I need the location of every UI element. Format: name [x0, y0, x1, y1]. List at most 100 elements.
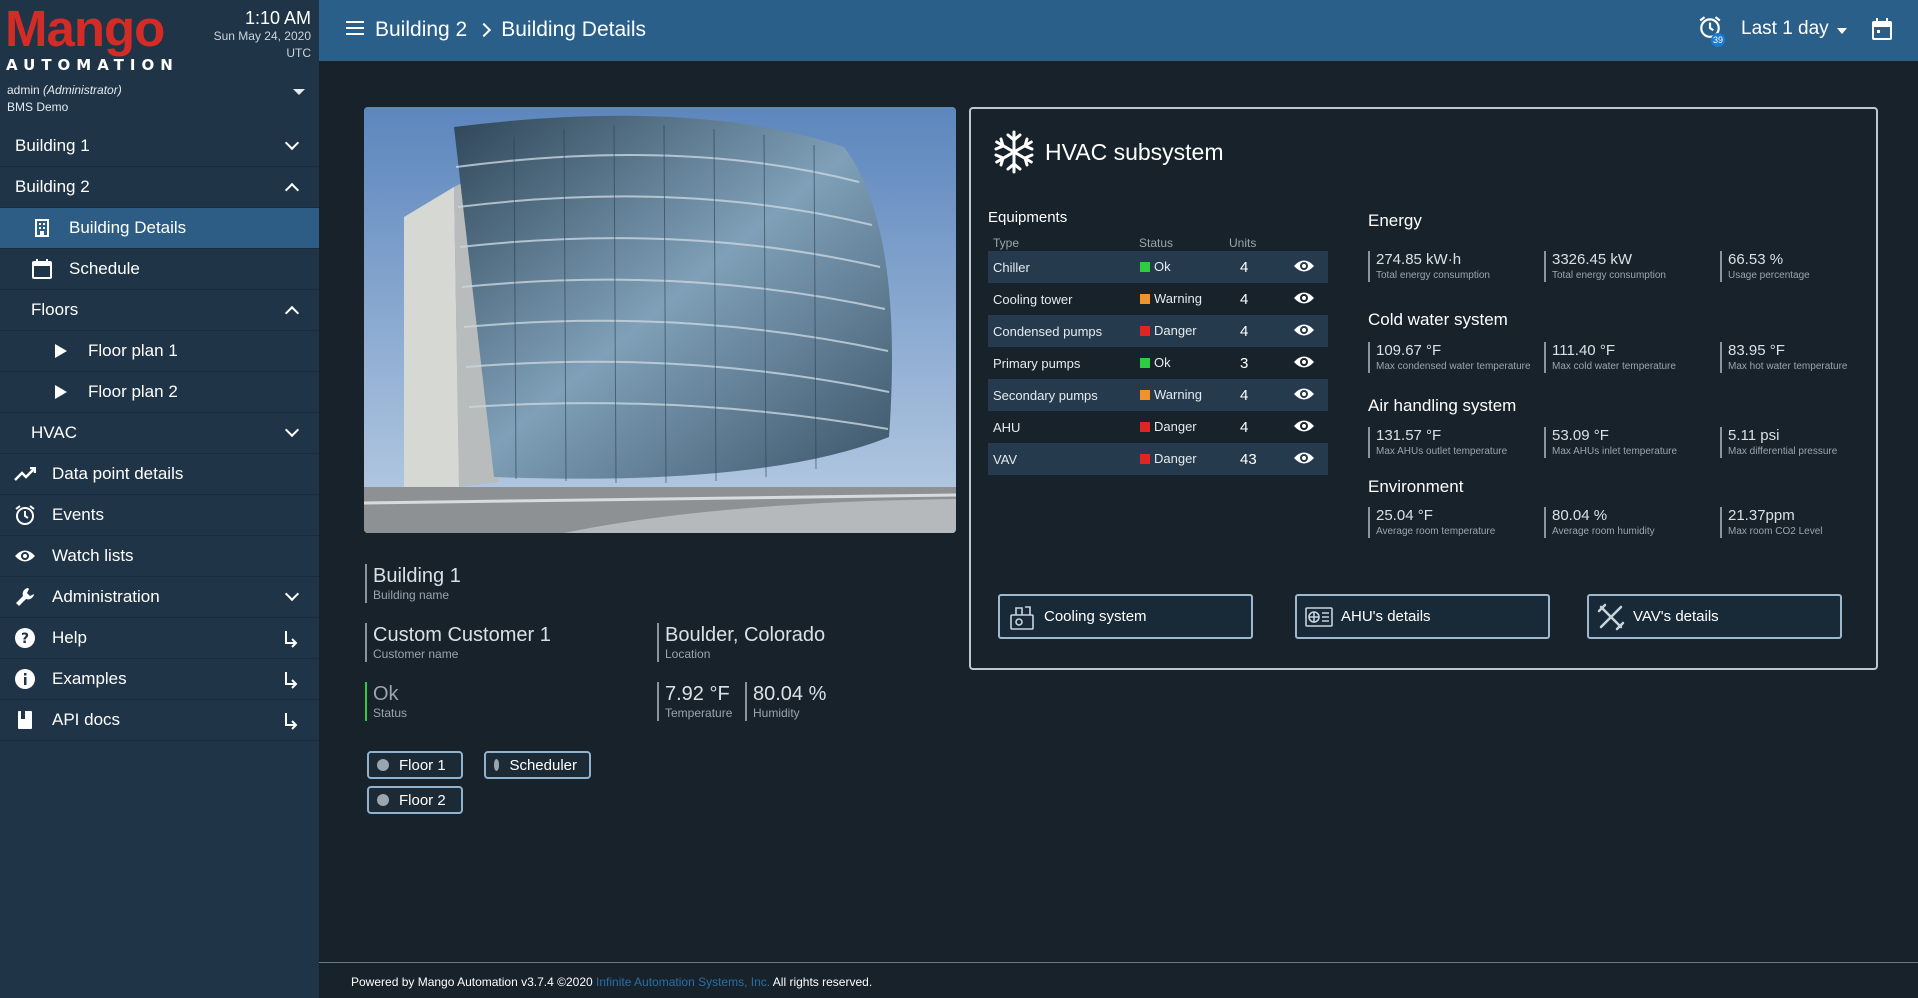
footer-suffix: All rights reserved.	[772, 975, 873, 989]
ahu-details-label: AHU's details	[1341, 608, 1431, 625]
hvac-title: HVAC subsystem	[991, 129, 1224, 175]
metric-label: Max hot water temperature	[1728, 361, 1848, 372]
alarm-clock-icon	[14, 504, 36, 526]
sidebar-item-help[interactable]: ? Help	[0, 618, 319, 659]
sidebar-item-building-details[interactable]: Building Details	[0, 208, 319, 249]
sidebar-item-building-2[interactable]: Building 2	[0, 167, 319, 208]
sidebar-item-schedule[interactable]: Schedule	[0, 249, 319, 290]
status-dot-icon	[377, 794, 389, 806]
cooling-system-button[interactable]: Cooling system	[998, 594, 1253, 639]
equipment-table: Chiller Ok 4 Cooling tower Warning 4 Con…	[988, 251, 1328, 475]
column-header-status: Status	[1139, 236, 1174, 250]
sidebar-item-label: Building Details	[69, 218, 187, 237]
sidebar-item-label: Building 1	[15, 136, 90, 155]
metric: 131.57 °F Max AHUs outlet temperature	[1368, 427, 1538, 458]
equipment-caption: Equipments	[988, 209, 1068, 226]
mango-logo[interactable]: Mango AUTOMATION	[5, 0, 179, 75]
chevron-down-icon	[284, 422, 300, 438]
metric-value: 111.40 °F	[1552, 342, 1615, 359]
sidebar-nav: Building 1 Building 2 Building Details S…	[0, 126, 319, 741]
status-swatch	[1140, 326, 1150, 336]
sidebar-item-label: Watch lists	[52, 546, 134, 565]
sidebar-item-administration[interactable]: Administration	[0, 577, 319, 618]
info-icon	[14, 668, 36, 690]
metric: 25.04 °F Average room temperature	[1368, 507, 1538, 538]
cooling-system-label: Cooling system	[1044, 608, 1147, 625]
help-icon: ?	[14, 627, 36, 649]
temperature-label: Temperature	[665, 706, 733, 720]
sidebar-item-building-1[interactable]: Building 1	[0, 126, 319, 167]
ahu-details-button[interactable]: AHU's details	[1295, 594, 1550, 639]
alarm-clock-icon[interactable]: 39	[1698, 15, 1726, 47]
vav-details-label: VAV's details	[1633, 608, 1719, 625]
eye-icon[interactable]	[1293, 322, 1315, 338]
table-row: Primary pumps Ok 3	[988, 347, 1328, 379]
open-external-icon	[285, 713, 298, 730]
breadcrumb-parent[interactable]: Building 2	[375, 18, 467, 42]
equipment-status: Ok	[1154, 259, 1171, 274]
user-menu[interactable]: admin (Administrator) BMS Demo	[7, 82, 122, 116]
cooling-system-icon	[1010, 605, 1034, 630]
metric-label: Max condensed water temperature	[1376, 361, 1531, 372]
sidebar-item-label: Data point details	[52, 464, 184, 483]
hvac-title-text: HVAC subsystem	[1045, 138, 1224, 165]
metric-value: 109.67 °F	[1376, 342, 1442, 359]
metric-value: 131.57 °F	[1376, 427, 1442, 444]
vav-details-button[interactable]: VAV's details	[1587, 594, 1842, 639]
sidebar-item-watch-lists[interactable]: Watch lists	[0, 536, 319, 577]
scheduler-link[interactable]: Scheduler	[484, 751, 591, 779]
eye-icon[interactable]	[1293, 354, 1315, 370]
clock-time: 1:10 AM	[244, 8, 311, 28]
customer-name-label: Customer name	[373, 647, 459, 661]
caret-down-icon[interactable]	[1837, 28, 1847, 34]
sidebar-item-label: Floors	[31, 300, 79, 319]
chevron-down-icon	[284, 586, 300, 602]
metric: 109.67 °F Max condensed water temperatur…	[1368, 342, 1538, 373]
sidebar-item-events[interactable]: Events	[0, 495, 319, 536]
floor-2-link[interactable]: Floor 2	[367, 786, 463, 814]
user-name: admin	[7, 83, 40, 97]
svg-text:?: ?	[21, 631, 29, 647]
sidebar-item-floor-plan-1[interactable]: Floor plan 1	[0, 331, 319, 372]
equipment-units: 4	[1240, 291, 1249, 308]
metric-label: Max differential pressure	[1728, 446, 1838, 457]
sidebar-item-label: Building 2	[15, 177, 90, 196]
sidebar-item-data-point-details[interactable]: Data point details	[0, 454, 319, 495]
eye-icon[interactable]	[1293, 386, 1315, 402]
equipment-status: Danger	[1154, 419, 1197, 434]
column-header-type: Type	[993, 236, 1020, 250]
sidebar-item-hvac[interactable]: HVAC	[0, 413, 319, 454]
footer-company-link[interactable]: Infinite Automation Systems, Inc.	[596, 975, 770, 989]
logo-wordmark: Mango	[5, 0, 165, 57]
section-title-air-handling: Air handling system	[1368, 396, 1517, 415]
metric-value: 53.09 °F	[1552, 427, 1609, 444]
sidebar-item-floors[interactable]: Floors	[0, 290, 319, 331]
metric: 21.37ppm Max room CO2 Level	[1720, 507, 1890, 538]
metric-value: 274.85 kW·h	[1376, 251, 1462, 268]
trending-up-icon	[14, 463, 36, 485]
section-title-energy: Energy	[1368, 211, 1422, 230]
user-menu-caret-icon[interactable]	[293, 89, 305, 95]
sidebar-item-floor-plan-2[interactable]: Floor plan 2	[0, 372, 319, 413]
customer-name-value: Custom Customer 1	[373, 624, 551, 646]
temperature-field: 7.92 °F Temperature	[657, 682, 732, 721]
eye-icon[interactable]	[1293, 258, 1315, 274]
eye-icon[interactable]	[1293, 290, 1315, 306]
date-range-select[interactable]: Last 1 day	[1741, 18, 1829, 40]
equipment-type: VAV	[993, 452, 1018, 467]
logo-tagline: AUTOMATION	[6, 56, 179, 74]
table-row: AHU Danger 4	[988, 411, 1328, 443]
calendar-icon[interactable]	[1872, 18, 1892, 40]
humidity-field: 80.04 % Humidity	[745, 682, 826, 721]
equipment-status: Danger	[1154, 323, 1197, 338]
sidebar-item-label: Examples	[52, 669, 127, 688]
eye-icon[interactable]	[1293, 418, 1315, 434]
floor-1-link[interactable]: Floor 1	[367, 751, 463, 779]
open-external-icon	[285, 672, 298, 689]
menu-icon[interactable]	[346, 21, 364, 35]
eye-icon[interactable]	[1293, 450, 1315, 466]
chevron-down-icon	[284, 135, 300, 151]
sidebar-item-examples[interactable]: Examples	[0, 659, 319, 700]
customer-name-field: Custom Customer 1 Customer name	[365, 623, 551, 662]
sidebar-item-api-docs[interactable]: API docs	[0, 700, 319, 741]
